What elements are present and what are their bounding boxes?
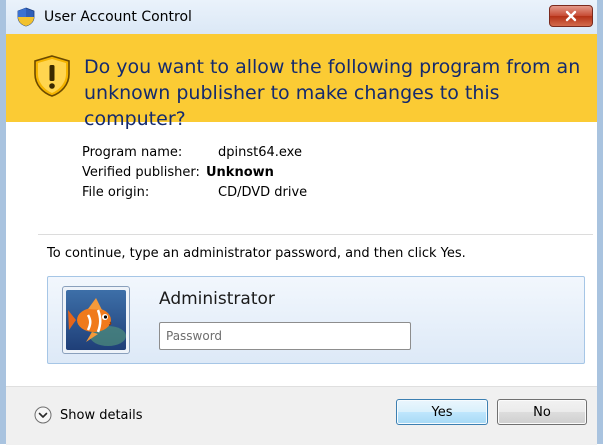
uac-dialog: User Account Control Do you want to allo… — [0, 0, 603, 445]
show-details-toggle[interactable]: Show details — [34, 404, 143, 426]
close-button[interactable] — [549, 5, 593, 27]
uac-shield-icon — [17, 7, 35, 27]
show-details-label: Show details — [60, 407, 143, 423]
program-name-value: dpinst64.exe — [218, 145, 302, 160]
credential-tile: Administrator — [47, 276, 585, 364]
instruction-text: To continue, type an administrator passw… — [47, 246, 466, 261]
file-origin-row: File origin: CD/DVD drive — [82, 183, 307, 203]
publisher-label: Verified publisher: — [82, 165, 200, 180]
account-name: Administrator — [159, 289, 275, 309]
title-bar: User Account Control — [6, 0, 597, 34]
publisher-row: Verified publisher: Unknown — [82, 163, 307, 183]
warning-shield-icon — [34, 55, 70, 97]
program-info: Program name: dpinst64.exe Verified publi… — [82, 143, 307, 203]
warning-message: Do you want to allow the following progr… — [84, 56, 581, 130]
close-icon — [565, 10, 577, 22]
program-name-label: Program name: — [82, 145, 183, 160]
chevron-down-circle-icon — [34, 406, 52, 424]
fish-avatar-icon — [62, 286, 130, 354]
dialog-footer: Show details Yes No — [6, 386, 597, 445]
password-input[interactable] — [159, 322, 411, 350]
file-origin-value: CD/DVD drive — [218, 185, 308, 200]
program-name-row: Program name: dpinst64.exe — [82, 143, 307, 163]
warning-banner: Do you want to allow the following progr… — [6, 34, 597, 130]
publisher-value: Unknown — [206, 165, 274, 180]
yes-button[interactable]: Yes — [396, 399, 488, 425]
window-title: User Account Control — [44, 9, 192, 25]
file-origin-label: File origin: — [82, 185, 150, 200]
no-button[interactable]: No — [497, 399, 587, 425]
divider — [38, 234, 593, 235]
